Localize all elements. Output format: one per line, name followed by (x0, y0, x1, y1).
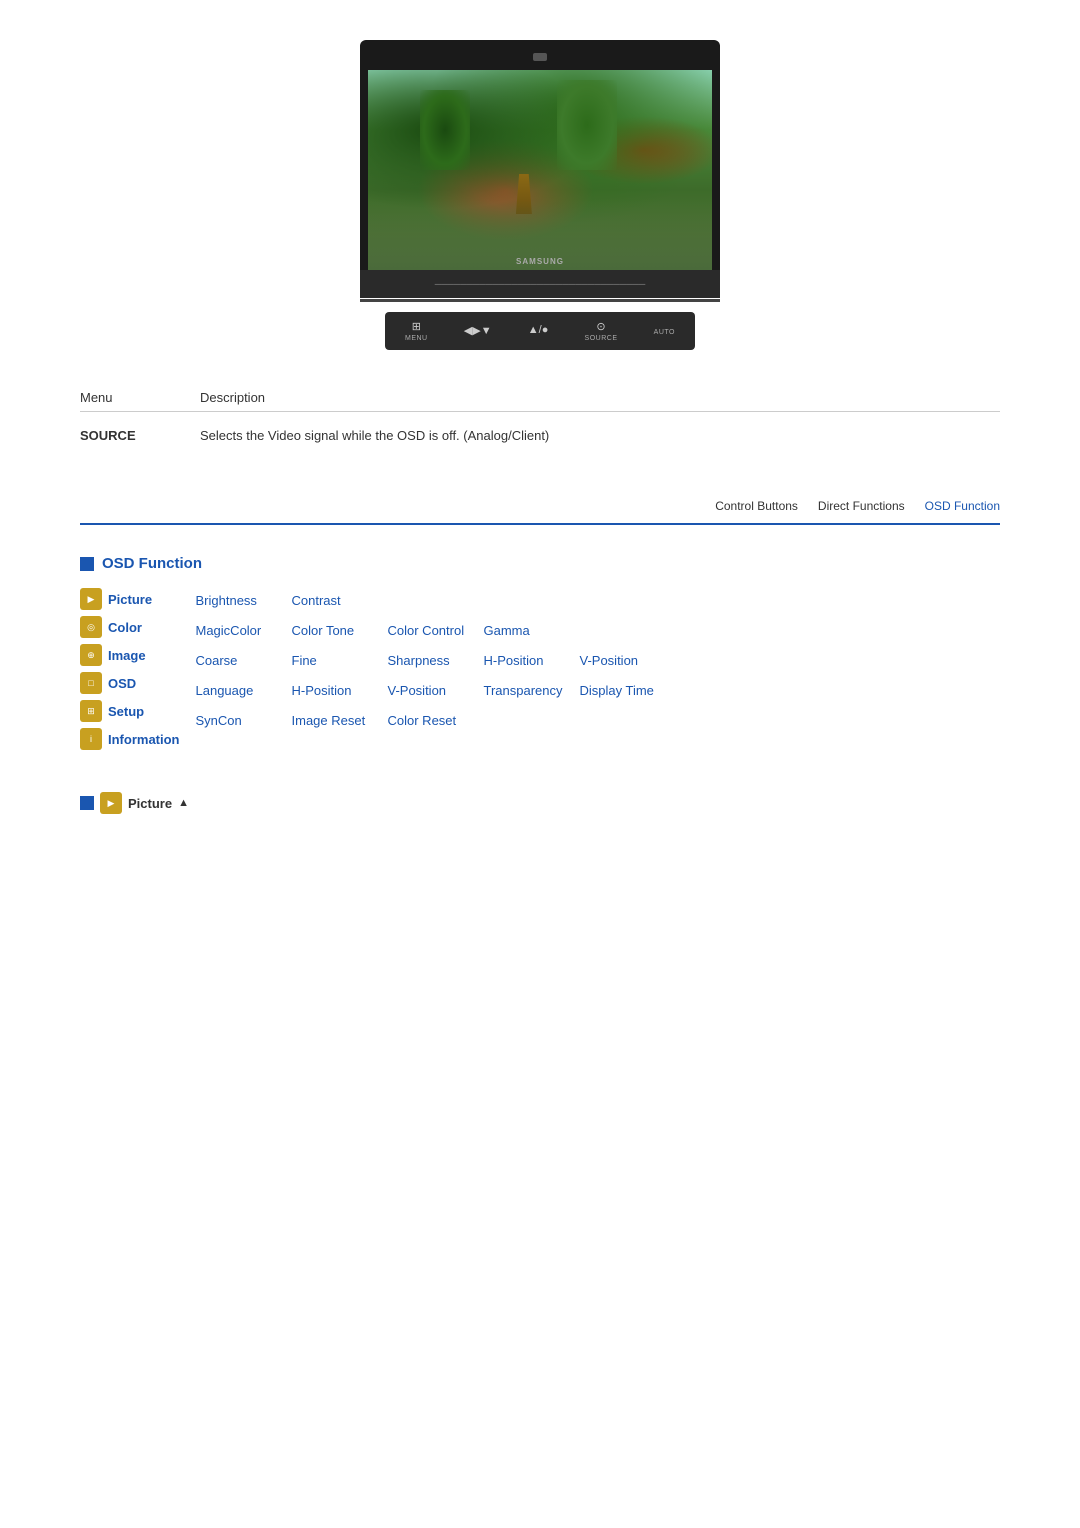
osd-title-icon (80, 557, 94, 571)
osd-label[interactable]: OSD (108, 676, 178, 691)
osd-menu-image: ⊕ Image (80, 644, 180, 666)
adjust-icon: ◀▶▼ (464, 324, 492, 337)
tree-left (420, 90, 470, 170)
osd-menu-osd: □ OSD (80, 672, 180, 694)
osd-sharpness[interactable]: Sharpness (388, 653, 468, 668)
osd-menu-information: i Information (80, 728, 180, 750)
monitor-screen: SAMSUNG (368, 70, 712, 270)
enter-icon: ▲/● (528, 324, 549, 336)
osd-v-position-img[interactable]: V-Position (580, 653, 660, 668)
monitor-section: SAMSUNG ────────────────────────────────… (80, 40, 1000, 350)
color-icon: ◎ (80, 616, 102, 638)
enter-button[interactable]: ▲/● (528, 324, 549, 338)
tab-control-buttons[interactable]: Control Buttons (715, 499, 798, 517)
col-menu-header: Menu (80, 390, 200, 405)
osd-syncon[interactable]: SynCon (196, 713, 276, 728)
osd-title: OSD Function (102, 555, 202, 572)
osd-left-column: ▶ Picture ◎ Color ⊕ Image □ OSD (80, 588, 180, 762)
osd-grid: ▶ Picture ◎ Color ⊕ Image □ OSD (80, 588, 1000, 762)
monitor-button (533, 53, 547, 61)
tab-osd-function[interactable]: OSD Function (925, 499, 1000, 525)
information-label[interactable]: Information (108, 732, 180, 747)
table-header: Menu Description (80, 390, 1000, 412)
osd-gamma[interactable]: Gamma (484, 623, 564, 638)
color-label[interactable]: Color (108, 620, 178, 635)
osd-menu-setup: ⊞ Setup (80, 700, 180, 722)
source-button[interactable]: ⊙ SOURCE (585, 320, 618, 342)
osd-row-picture: Brightness Contrast (196, 588, 1001, 612)
menu-source: SOURCE (80, 428, 200, 443)
setup-icon: ⊞ (80, 700, 102, 722)
osd-title-row: OSD Function (80, 555, 1000, 572)
osd-function-section: OSD Function ▶ Picture ◎ Color ⊕ Image (80, 555, 1000, 762)
osd-display-time[interactable]: Display Time (580, 683, 660, 698)
osd-magiccolor[interactable]: MagicColor (196, 623, 276, 638)
menu-button[interactable]: ⊞ MENU (405, 320, 428, 342)
osd-image-reset[interactable]: Image Reset (292, 713, 372, 728)
monitor-display: SAMSUNG (360, 40, 720, 270)
monitor-base: ───────────────────────────────── (360, 270, 720, 298)
samsung-label: SAMSUNG (516, 257, 564, 266)
osd-v-position[interactable]: V-Position (388, 683, 468, 698)
osd-transparency[interactable]: Transparency (484, 683, 564, 698)
osd-row-osd: Language H-Position V-Position Transpare… (196, 678, 1001, 702)
nav-tabs: Control Buttons Direct Functions OSD Fun… (80, 499, 1000, 525)
osd-language[interactable]: Language (196, 683, 276, 698)
control-bar: ⊞ MENU ◀▶▼ ▲/● ⊙ SOURCE AUTO (385, 312, 695, 350)
osd-color-control[interactable]: Color Control (388, 623, 468, 638)
osd-h-position[interactable]: H-Position (292, 683, 372, 698)
osd-right-columns: Brightness Contrast MagicColor Color Ton… (196, 588, 1001, 762)
osd-row-information (196, 738, 1001, 762)
picture-nav-menu-icon: ▶ (100, 792, 122, 814)
osd-icon: □ (80, 672, 102, 694)
table-section: Menu Description SOURCE Selects the Vide… (80, 390, 1000, 449)
osd-row-image: Coarse Fine Sharpness H-Position V-Posit… (196, 648, 1001, 672)
osd-fine[interactable]: Fine (292, 653, 372, 668)
image-label[interactable]: Image (108, 648, 178, 663)
col-desc-header: Description (200, 390, 265, 405)
osd-color-tone[interactable]: Color Tone (292, 623, 372, 638)
picture-nav-arrow: ▲ (178, 797, 189, 809)
auto-label: AUTO (654, 329, 675, 336)
adjust-button[interactable]: ◀▶▼ (464, 324, 492, 339)
monitor-stand-line (360, 299, 720, 302)
menu-label: MENU (405, 335, 428, 342)
picture-label[interactable]: Picture (108, 592, 178, 607)
source-icon: ⊙ (596, 320, 605, 333)
osd-contrast[interactable]: Contrast (292, 593, 372, 608)
picture-icon: ▶ (80, 588, 102, 610)
tree-right (557, 80, 617, 170)
tab-direct-functions[interactable]: Direct Functions (818, 499, 905, 517)
picture-nav-label[interactable]: Picture (128, 796, 172, 811)
picture-nav: ▶ Picture ▲ (80, 792, 1000, 814)
desc-source: Selects the Video signal while the OSD i… (200, 428, 549, 443)
osd-h-position-img[interactable]: H-Position (484, 653, 564, 668)
picture-nav-icon (80, 796, 94, 810)
setup-label[interactable]: Setup (108, 704, 178, 719)
osd-coarse[interactable]: Coarse (196, 653, 276, 668)
info-icon: i (80, 728, 102, 750)
osd-brightness[interactable]: Brightness (196, 593, 276, 608)
source-label: SOURCE (585, 335, 618, 342)
osd-menu-picture: ▶ Picture (80, 588, 180, 610)
image-icon: ⊕ (80, 644, 102, 666)
table-row: SOURCE Selects the Video signal while th… (80, 422, 1000, 449)
osd-color-reset[interactable]: Color Reset (388, 713, 468, 728)
osd-row-color: MagicColor Color Tone Color Control Gamm… (196, 618, 1001, 642)
osd-menu-color: ◎ Color (80, 616, 180, 638)
base-line: ───────────────────────────────── (435, 279, 645, 289)
menu-icon: ⊞ (412, 320, 421, 333)
auto-button[interactable]: AUTO (654, 327, 675, 336)
osd-row-setup: SynCon Image Reset Color Reset (196, 708, 1001, 732)
